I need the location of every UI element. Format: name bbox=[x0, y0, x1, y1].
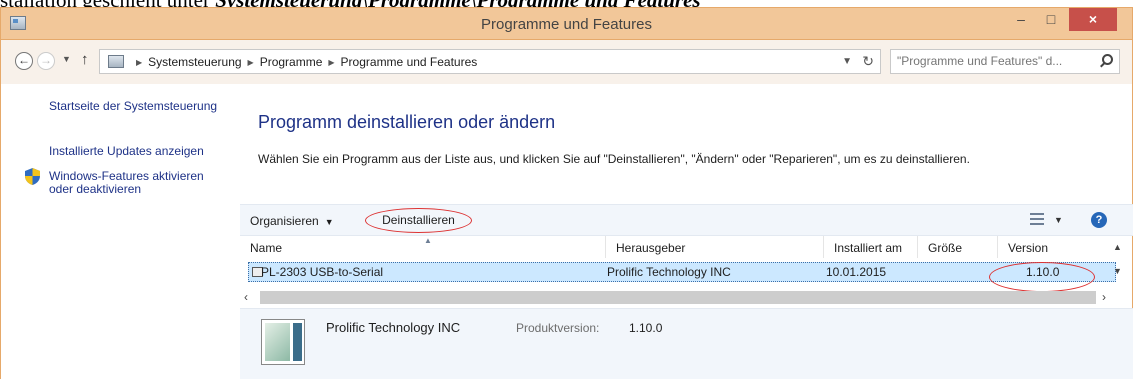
column-header-installed[interactable]: Installiert am bbox=[824, 236, 918, 258]
column-header-version[interactable]: Version bbox=[998, 236, 1120, 258]
cell-installed: 10.01.2015 bbox=[826, 265, 887, 279]
up-arrow-icon[interactable]: ↑ bbox=[81, 51, 89, 68]
horizontal-scrollbar[interactable]: ‹ › bbox=[240, 288, 1120, 305]
column-header-size[interactable]: Größe bbox=[918, 236, 998, 258]
view-line bbox=[1030, 213, 1044, 215]
page-description: Wählen Sie ein Programm aus der Liste au… bbox=[258, 152, 970, 166]
organize-label: Organisieren bbox=[250, 214, 319, 228]
search-icon[interactable] bbox=[1102, 54, 1113, 65]
control-panel-icon bbox=[108, 55, 124, 68]
sidebar-item-features[interactable]: Windows-Features aktivieren oder deaktiv… bbox=[49, 170, 229, 196]
left-pane: Startseite der Systemsteuerung Installie… bbox=[0, 84, 240, 379]
shield-icon bbox=[25, 168, 40, 185]
breadcrumb: ▶ Systemsteuerung ▶ Programme ▶ Programme und… bbox=[130, 55, 477, 69]
organize-button[interactable]: Organisieren ▼ bbox=[250, 214, 334, 228]
icon-panel bbox=[265, 323, 290, 361]
scroll-left-icon[interactable]: ‹ bbox=[244, 290, 248, 304]
sidebar-item-home[interactable]: Startseite der Systemsteuerung bbox=[49, 100, 217, 113]
column-header-publisher[interactable]: Herausgeber bbox=[606, 236, 824, 258]
address-box[interactable]: ▶ Systemsteuerung ▶ Programme ▶ Programme und… bbox=[99, 49, 881, 74]
chevron-right-icon[interactable]: ▶ bbox=[328, 58, 334, 67]
cell-name: PL-2303 USB-to-Serial bbox=[261, 265, 384, 279]
chevron-right-icon[interactable]: ▶ bbox=[248, 58, 254, 67]
chevron-down-icon: ▼ bbox=[324, 217, 334, 227]
title-bar: Programme und Features – □ × bbox=[0, 7, 1133, 40]
page-title: Programm deinstallieren oder ändern bbox=[258, 112, 556, 132]
scrollbar-thumb[interactable] bbox=[260, 291, 1096, 304]
search-input[interactable] bbox=[897, 54, 1097, 68]
command-bar: Organisieren ▼ Deinstallieren ▼ ? bbox=[240, 204, 1133, 236]
history-dropdown-icon[interactable]: ▼ bbox=[62, 54, 71, 64]
breadcrumb-item[interactable]: Systemsteuerung bbox=[148, 55, 241, 69]
scroll-up-icon[interactable]: ▲ bbox=[1113, 242, 1122, 252]
uninstall-button[interactable]: Deinstallieren bbox=[365, 208, 472, 233]
minimize-button[interactable]: – bbox=[1006, 8, 1036, 31]
details-publisher: Prolific Technology INC bbox=[326, 320, 461, 335]
refresh-icon[interactable]: ↻ bbox=[862, 53, 874, 70]
chevron-down-icon[interactable]: ▼ bbox=[1054, 215, 1063, 225]
details-pane: Prolific Technology INC Produktversion: … bbox=[240, 308, 1133, 379]
back-arrow-icon[interactable]: ← bbox=[15, 52, 33, 70]
sidebar-item-updates[interactable]: Installierte Updates anzeigen bbox=[49, 145, 204, 158]
icon-panel bbox=[293, 323, 302, 361]
forward-arrow-icon[interactable]: → bbox=[37, 52, 55, 70]
main-content: Programm deinstallieren oder ändern Wähl… bbox=[240, 84, 1133, 379]
sort-ascending-icon: ▲ bbox=[424, 236, 432, 245]
scroll-down-icon[interactable]: ▼ bbox=[1113, 266, 1122, 276]
vertical-scrollbar[interactable]: ▲ ▼ bbox=[1108, 236, 1125, 290]
column-header-name[interactable]: Name bbox=[240, 236, 606, 258]
view-line bbox=[1030, 223, 1044, 225]
window-title: Programme und Features bbox=[481, 16, 652, 33]
scroll-right-icon[interactable]: › bbox=[1102, 290, 1106, 304]
view-options-icon[interactable] bbox=[1030, 213, 1044, 226]
table-row[interactable]: PL-2303 USB-to-Serial Prolific Technolog… bbox=[248, 262, 1116, 282]
breadcrumb-item[interactable]: Programme und Features bbox=[341, 55, 478, 69]
breadcrumb-item[interactable]: Programme bbox=[260, 55, 323, 69]
help-icon[interactable]: ? bbox=[1091, 212, 1107, 228]
maximize-button[interactable]: □ bbox=[1036, 8, 1066, 31]
details-version-value: 1.10.0 bbox=[629, 321, 663, 335]
view-line bbox=[1030, 218, 1044, 220]
program-large-icon bbox=[261, 319, 305, 365]
address-bar-row: ← → ▼ ↑ ▶ Systemsteuerung ▶ Programme ▶ Progr… bbox=[0, 40, 1133, 84]
cell-publisher: Prolific Technology INC bbox=[607, 265, 731, 279]
program-list: Name ▲ Herausgeber Installiert am Größe … bbox=[240, 236, 1120, 292]
address-dropdown-icon[interactable]: ▼ bbox=[842, 56, 852, 67]
details-version-label: Produktversion: bbox=[516, 321, 600, 335]
search-box[interactable] bbox=[890, 49, 1120, 74]
chevron-right-icon: ▶ bbox=[136, 58, 143, 67]
close-button[interactable]: × bbox=[1069, 8, 1117, 31]
